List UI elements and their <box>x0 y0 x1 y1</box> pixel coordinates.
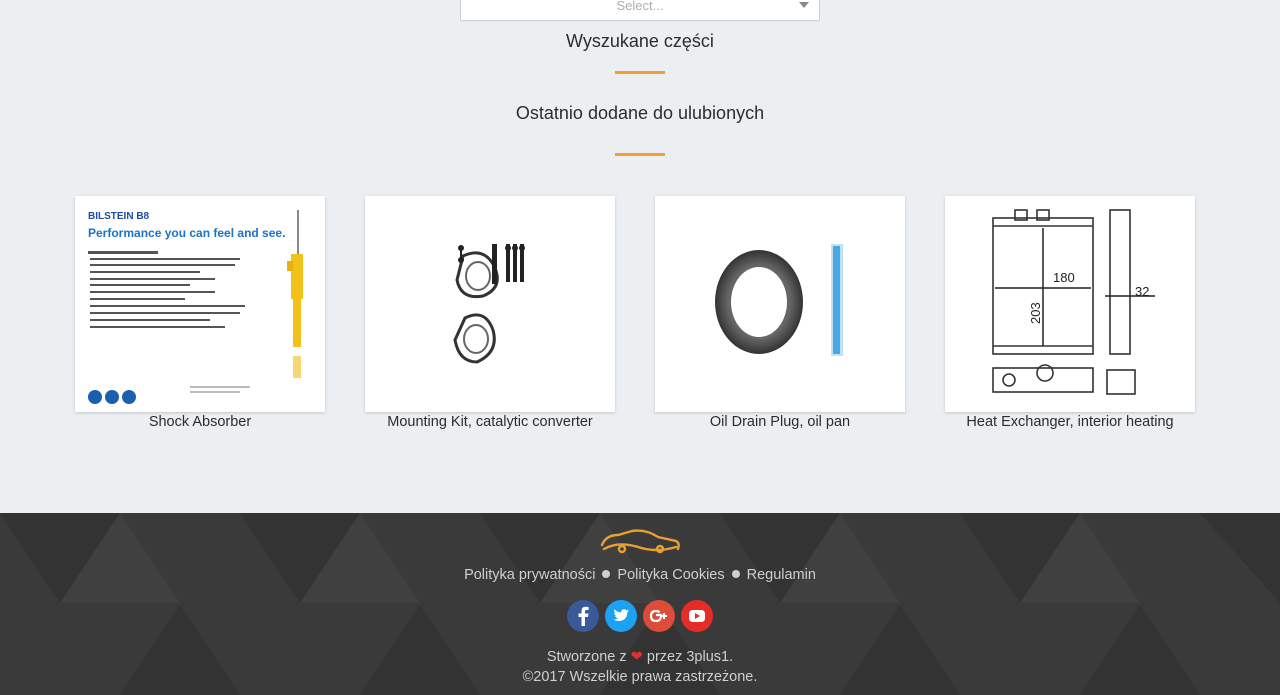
google-plus-icon[interactable] <box>643 600 675 632</box>
heart-icon: ❤ <box>630 649 643 665</box>
product-image-heat-exchanger[interactable]: 180 32 203 <box>945 196 1195 412</box>
image-brand-text: BILSTEIN B8 <box>88 211 150 222</box>
heading-underline <box>615 71 665 74</box>
facebook-icon[interactable] <box>567 600 599 632</box>
product-image-mounting-kit[interactable] <box>365 196 615 412</box>
separator-dot <box>731 570 740 579</box>
product-caption[interactable]: Mounting Kit, catalytic converter <box>365 414 615 430</box>
footer-link-privacy[interactable]: Polityka prywatności <box>464 567 595 583</box>
copyright: ©2017 Wszelkie prawa zastrzeżone. <box>522 669 758 685</box>
youtube-icon[interactable] <box>681 600 713 632</box>
product-card[interactable]: Oil Drain Plug, oil pan <box>655 196 905 430</box>
product-card[interactable]: 180 32 203 Heat Exchanger, interior heat… <box>945 196 1195 430</box>
twitter-icon[interactable] <box>605 600 637 632</box>
dimension-depth: 32 <box>1135 284 1149 299</box>
credit-line: Stworzone z ❤ przez 3plus1. <box>0 649 1280 665</box>
image-slogan-text: Performance you can feel and see. <box>88 226 285 240</box>
site-footer: Polityka prywatności Polityka Cookies Regu… <box>0 513 1280 695</box>
dimension-height: 203 <box>1028 302 1043 324</box>
search-select-placeholder: Select... <box>616 0 664 13</box>
product-caption[interactable]: Oil Drain Plug, oil pan <box>655 414 905 430</box>
recent-favorites-heading: Ostatnio dodane do ulubionych <box>515 103 765 123</box>
product-caption[interactable]: Shock Absorber <box>75 414 325 430</box>
searched-parts-heading: Wyszukane części <box>566 31 714 51</box>
footer-link-terms[interactable]: Regulamin <box>747 567 816 583</box>
separator-dot <box>602 570 611 579</box>
heading-underline <box>615 153 665 156</box>
credit-suffix[interactable]: przez 3plus1. <box>647 649 733 665</box>
search-select[interactable]: Select... <box>460 0 820 21</box>
footer-links: Polityka prywatności Polityka Cookies Regu… <box>0 567 1280 583</box>
product-image-shock-absorber[interactable]: BILSTEIN B8 Performance you can feel and… <box>75 196 325 412</box>
car-wrench-icon <box>600 529 680 554</box>
product-card[interactable]: BILSTEIN B8 Performance you can feel and… <box>75 196 325 430</box>
chevron-down-icon[interactable] <box>799 2 809 8</box>
product-card[interactable]: Mounting Kit, catalytic converter <box>365 196 615 430</box>
product-caption[interactable]: Heat Exchanger, interior heating <box>945 414 1195 430</box>
dimension-width: 180 <box>1053 270 1075 285</box>
product-image-oil-drain-plug[interactable] <box>655 196 905 412</box>
credit-prefix: Stworzone z <box>546 649 627 665</box>
footer-link-cookies[interactable]: Polityka Cookies <box>617 567 724 583</box>
